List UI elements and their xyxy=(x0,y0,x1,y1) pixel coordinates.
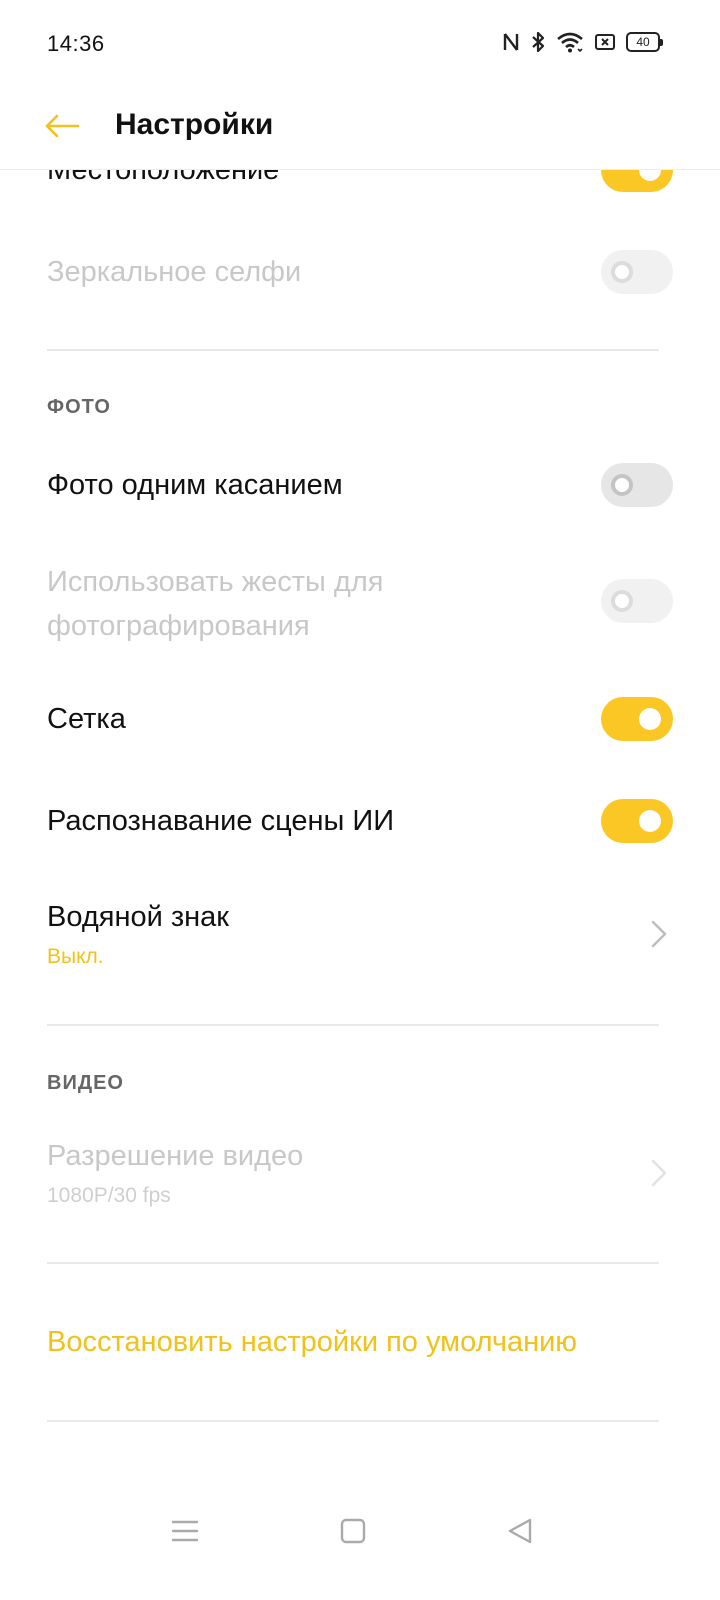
reset-defaults-button[interactable]: Восстановить настройки по умолчанию xyxy=(47,1326,577,1359)
settings-list[interactable]: Местоположение Зеркальное селфи ФОТО Фот… xyxy=(0,170,720,1480)
bluetooth-icon xyxy=(532,31,545,53)
navigation-bar xyxy=(0,1480,720,1600)
chevron-right-icon xyxy=(651,1159,667,1187)
setting-location-label: Местоположение xyxy=(47,170,280,186)
setting-watermark[interactable]: Водяной знак Выкл. xyxy=(47,895,673,975)
setting-location[interactable]: Местоположение xyxy=(47,170,673,192)
setting-ai-scene-label: Распознавание сцены ИИ xyxy=(47,805,395,837)
setting-mirror-selfie-label: Зеркальное селфи xyxy=(47,256,302,288)
setting-one-touch-photo[interactable]: Фото одним касанием xyxy=(47,463,673,507)
setting-gesture-photo-label-line2: фотографирования xyxy=(47,610,310,642)
setting-video-resolution-label: Разрешение видео xyxy=(47,1140,304,1172)
setting-watermark-value: Выкл. xyxy=(47,945,104,968)
back-triangle-icon xyxy=(508,1518,532,1544)
menu-icon xyxy=(171,1520,199,1542)
page-title: Настройки xyxy=(115,108,274,141)
setting-grid-label: Сетка xyxy=(47,703,126,735)
divider xyxy=(47,1024,659,1026)
recent-apps-button[interactable] xyxy=(155,1506,215,1556)
battery-icon: 40 xyxy=(626,32,663,52)
battery-level: 40 xyxy=(636,35,650,49)
mirror-selfie-toggle xyxy=(601,250,673,294)
setting-video-resolution-value: 1080P/30 fps xyxy=(47,1184,171,1207)
setting-mirror-selfie: Зеркальное селфи xyxy=(47,250,673,294)
grid-toggle[interactable] xyxy=(601,697,673,741)
arrow-left-icon xyxy=(45,114,80,138)
back-nav-button[interactable] xyxy=(490,1506,550,1556)
setting-one-touch-photo-label: Фото одним касанием xyxy=(47,469,343,501)
ai-scene-toggle[interactable] xyxy=(601,799,673,843)
gesture-photo-toggle xyxy=(601,579,673,623)
status-bar: 14:36 40 xyxy=(0,0,720,90)
nfc-icon xyxy=(503,33,519,51)
divider xyxy=(47,1420,659,1422)
setting-grid[interactable]: Сетка xyxy=(47,697,673,741)
section-title-video: ВИДЕО xyxy=(47,1072,124,1094)
app-header: Настройки xyxy=(0,90,720,170)
location-toggle[interactable] xyxy=(601,170,673,192)
status-icons: 40 xyxy=(502,30,663,54)
setting-gesture-photo-label-line1: Использовать жесты для xyxy=(47,566,384,598)
home-square-icon xyxy=(340,1518,366,1544)
setting-ai-scene[interactable]: Распознавание сцены ИИ xyxy=(47,799,673,843)
no-sim-icon xyxy=(595,34,615,50)
setting-watermark-label: Водяной знак xyxy=(47,901,229,933)
status-time: 14:36 xyxy=(47,31,105,56)
setting-gesture-photo: Использовать жесты для фотографирования xyxy=(47,560,673,650)
home-button[interactable] xyxy=(323,1506,383,1556)
one-touch-photo-toggle[interactable] xyxy=(601,463,673,507)
back-button[interactable] xyxy=(40,106,84,146)
divider xyxy=(47,1262,659,1264)
section-title-photo: ФОТО xyxy=(47,396,111,418)
wifi-icon xyxy=(557,32,583,53)
chevron-right-icon xyxy=(651,920,667,948)
setting-video-resolution: Разрешение видео 1080P/30 fps xyxy=(47,1134,673,1214)
divider xyxy=(47,349,659,351)
